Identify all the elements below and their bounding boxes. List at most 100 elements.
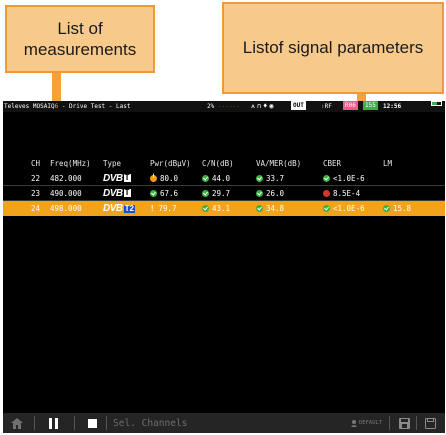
table-row[interactable]: 22 482.000 DVBT 80.0 44.0 33.7 <1.0E-6 [3, 171, 445, 186]
dvb-logo-text: DVB [103, 187, 123, 199]
cell-lm-text: 15.8 [393, 204, 412, 213]
status-ok-icon [202, 205, 209, 212]
cell-ch-text: 22 [31, 173, 41, 183]
cell-ch-text: 23 [31, 188, 41, 198]
measurement-table: CH Freq(MHz) Type Pwr(dBµV) C/N(dB) VA/M… [3, 155, 445, 216]
status-ok-icon [256, 205, 263, 212]
toolbar-divider [74, 416, 75, 430]
cell-mer-text: 33.7 [266, 173, 285, 183]
dvb-logo: DVB T [103, 186, 131, 200]
cell-lm: 15.8 [383, 201, 411, 216]
cell-pwr-text: 80.0 [160, 173, 179, 183]
status-bar: Televes MOSAIQ6 - Drive Test - Last 2% -… [3, 101, 445, 112]
toolbar-divider [416, 416, 417, 430]
dvb-logo: DVB T [103, 171, 131, 185]
cell-pwr: ! 79.7 [150, 201, 177, 216]
status-ok-icon [202, 174, 209, 182]
cell-cber-text: 8.5E-4 [333, 188, 361, 198]
dvb-logo-suffix: T [123, 173, 131, 182]
dvb-logo: DVB T2 [103, 201, 135, 216]
status-ok-icon [202, 189, 209, 197]
save-icon[interactable] [397, 413, 411, 433]
default-user-button[interactable]: DEFAULT [351, 413, 382, 433]
cell-freq-text: 498.000 [50, 204, 82, 213]
cell-freq: 490.000 [50, 186, 82, 200]
table-row[interactable]: 24 498.000 DVB T2! 79.7 43.1 34.8 <1.0E-6 15.8 [3, 201, 445, 216]
status-icons: ⩚∩♦◉ [251, 101, 276, 112]
cell-mer: 26.0 [256, 186, 284, 200]
callout-list-of-measurements: List of measurements [5, 5, 155, 73]
status-warn-plain-icon: ! [150, 204, 155, 213]
cell-ch: 23 [31, 186, 40, 200]
status-ok-icon [323, 205, 330, 212]
app-title: Televes MOSAIQ6 - Drive Test - Last [4, 103, 131, 110]
cell-ch-text: 24 [31, 204, 41, 213]
dvb-logo-suffix: T [123, 188, 131, 197]
stop-icon[interactable] [85, 413, 99, 433]
status-ok-icon [256, 189, 263, 197]
battery-percent: 2% ------ [207, 103, 240, 110]
target-icon: ◉ [269, 102, 276, 110]
cell-pwr: 67.6 [150, 186, 178, 200]
select-channels-button[interactable]: Sel. Channels [113, 413, 187, 433]
dvb-logo-suffix: T2 [123, 203, 135, 213]
cell-cn: 29.7 [202, 186, 230, 200]
toolbar-divider [106, 416, 107, 430]
cell-cber: <1.0E-6 [323, 201, 365, 216]
header-pwr: Pwr(dBµV) [150, 158, 191, 168]
cell-cber-text: <1.0E-6 [333, 173, 365, 183]
cell-cber-text: <1.0E-6 [333, 204, 365, 213]
cell-mer: 33.7 [256, 171, 284, 185]
cell-cber: 8.5E-4 [323, 186, 360, 200]
status-ok-icon [323, 174, 330, 182]
cell-cn-text: 29.7 [212, 188, 231, 198]
cell-cn-text: 44.0 [212, 173, 231, 183]
cell-freq-text: 490.000 [50, 188, 82, 198]
table-row[interactable]: 23 490.000 DVB T 67.6 29.7 26.0 8.5E-4 [3, 186, 445, 201]
header-cber: CBER [323, 158, 342, 168]
cell-freq-text: 482.000 [50, 173, 82, 183]
cell-pwr: 80.0 [150, 171, 178, 185]
pause-icon[interactable] [45, 413, 61, 433]
battery-icon [431, 101, 442, 106]
header-cn: C/N(dB) [202, 158, 234, 168]
status-ok-icon [256, 174, 263, 182]
status-ok-icon [150, 189, 157, 197]
cell-cn-text: 43.1 [212, 204, 231, 213]
status-ok-icon [383, 205, 390, 212]
dvb-logo-text: DVB [103, 203, 123, 214]
dvb-logo-text: DVB [103, 172, 123, 184]
cell-pwr-text: 67.6 [160, 188, 179, 198]
cell-mer: 34.8 [256, 201, 284, 216]
bottom-toolbar: Sel. Channels DEFAULT [3, 413, 445, 433]
header-ch: CH [31, 158, 41, 168]
status-err-icon [323, 189, 330, 197]
cell-ch: 24 [31, 201, 40, 216]
home-icon[interactable] [9, 413, 25, 433]
cell-freq: 498.000 [50, 201, 82, 216]
cell-cn: 43.1 [202, 201, 230, 216]
cell-mer-text: 26.0 [266, 188, 285, 198]
callout-list-of-signal-parameters: Listof signal parameters [222, 2, 444, 94]
status-warn-icon [150, 173, 157, 182]
table-rows: 22482.000DVBT80.044.033.7<1.0E-623490.00… [3, 171, 445, 216]
header-freq: Freq(MHz) [50, 158, 91, 168]
clock: 12:56 [383, 103, 402, 110]
cell-ch: 22 [31, 171, 40, 185]
rf-indicator: ↕RF [321, 103, 332, 110]
cell-mer-text: 34.8 [266, 204, 285, 213]
toolbar-divider [389, 416, 390, 430]
header-type: Type [103, 158, 122, 168]
header-mer: VA/MER(dB) [256, 158, 302, 168]
cell-freq: 482.000 [50, 171, 82, 185]
cell-cn: 44.0 [202, 171, 230, 185]
channel-badge-1: R06 [343, 101, 358, 110]
cell-cber: <1.0E-6 [323, 171, 365, 185]
device-screen: Televes MOSAIQ6 - Drive Test - Last 2% -… [3, 101, 445, 433]
header-lm: LM [383, 158, 393, 168]
toolbar-divider [34, 416, 35, 430]
cell-pwr-text: 79.7 [158, 204, 177, 213]
output-badge: OUT [291, 101, 306, 110]
channel-badge-2: 155 [363, 101, 378, 110]
save-as-icon[interactable] [423, 413, 437, 433]
